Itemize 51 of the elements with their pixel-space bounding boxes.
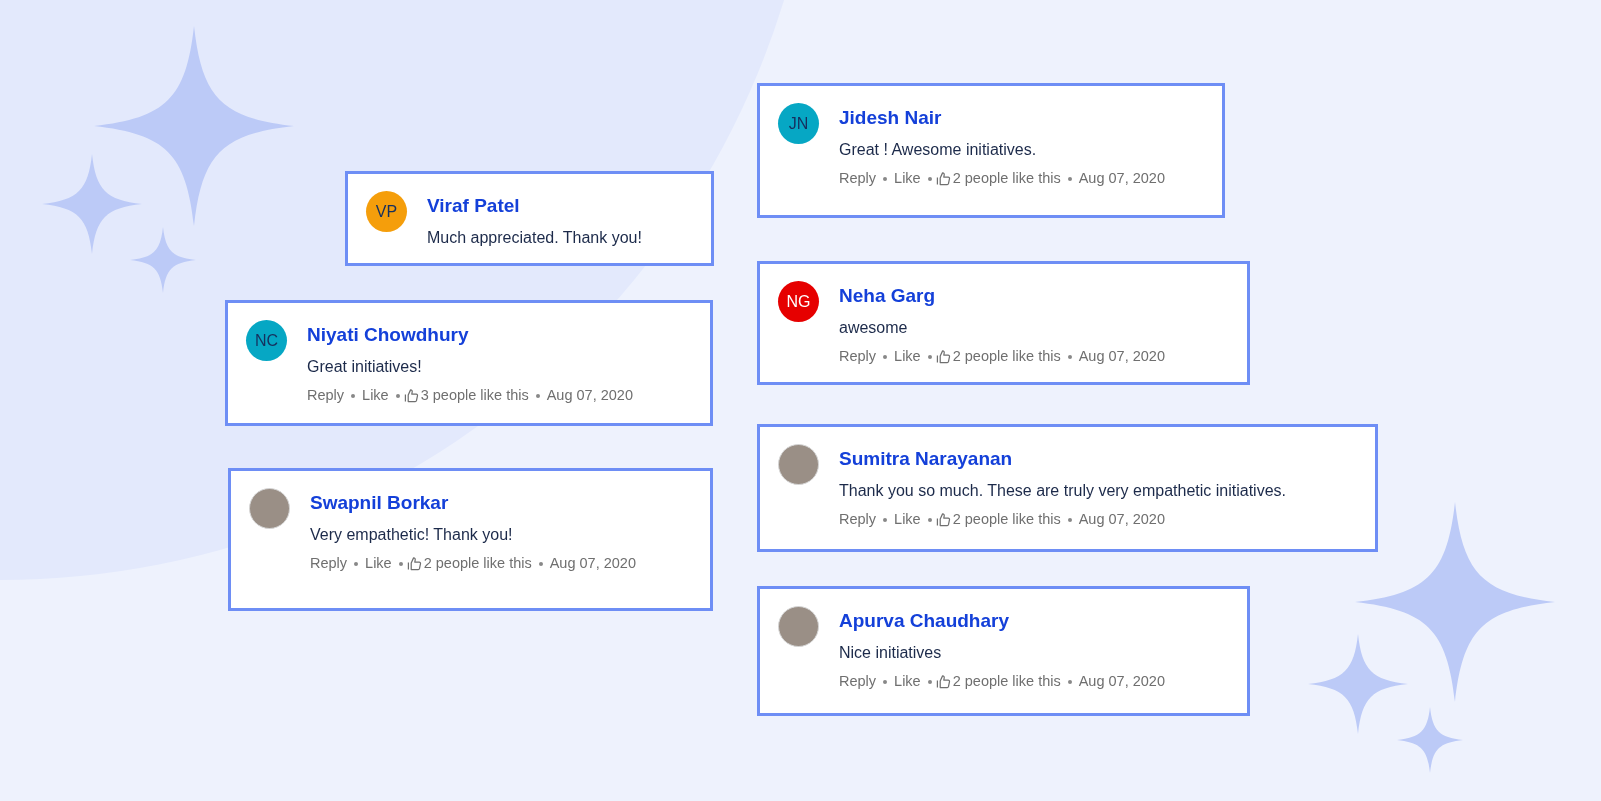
avatar: JN — [778, 103, 819, 144]
thumbs-up-icon — [403, 388, 419, 404]
thumbs-up-icon — [935, 349, 951, 365]
thumbs-up-icon — [935, 171, 951, 187]
like-link[interactable]: Like — [894, 346, 921, 368]
comment-date: Aug 07, 2020 — [546, 386, 633, 405]
thumbs-up-icon — [935, 674, 951, 690]
author-name-link[interactable]: Viraf Patel — [427, 194, 520, 218]
like-link[interactable]: Like — [894, 168, 921, 190]
like-link[interactable]: Like — [894, 509, 921, 531]
author-name-link[interactable]: Swapnil Borkar — [310, 491, 449, 515]
comment-text: Great ! Awesome initiatives. — [839, 140, 1037, 160]
like-count: 3 people like this — [420, 386, 529, 405]
reply-link[interactable]: Reply — [839, 509, 877, 531]
author-name-link[interactable]: Sumitra Narayanan — [839, 447, 1013, 471]
avatar-photo-placeholder — [778, 606, 819, 647]
author-name-link[interactable]: Apurva Chaudhary — [839, 609, 1009, 633]
reply-link[interactable]: Reply — [839, 346, 877, 368]
comment-date: Aug 07, 2020 — [1078, 672, 1165, 691]
author-name-link[interactable]: Neha Garg — [839, 284, 936, 308]
reply-link[interactable]: Reply — [310, 553, 348, 575]
avatar: NC — [246, 320, 287, 361]
reply-link[interactable]: Reply — [307, 385, 345, 407]
comment-date: Aug 07, 2020 — [1078, 510, 1165, 529]
like-count: 2 people like this — [952, 169, 1061, 188]
comment-date: Aug 07, 2020 — [1078, 347, 1165, 366]
like-link[interactable]: Like — [362, 385, 389, 407]
avatar: VP — [366, 191, 407, 232]
avatar: NG — [778, 281, 819, 322]
comment-date: Aug 07, 2020 — [1078, 169, 1165, 188]
author-name-link[interactable]: Jidesh Nair — [839, 106, 942, 130]
like-link[interactable]: Like — [365, 553, 392, 575]
comment-text: Great initiatives! — [307, 357, 422, 377]
avatar-photo-placeholder — [249, 488, 290, 529]
comment-text: Much appreciated. Thank you! — [427, 228, 642, 248]
like-count: 2 people like this — [423, 554, 532, 573]
comment-date: Aug 07, 2020 — [549, 554, 636, 573]
like-count: 2 people like this — [952, 510, 1061, 529]
comment-text: awesome — [839, 318, 908, 338]
thumbs-up-icon — [935, 512, 951, 528]
thumbs-up-icon — [406, 556, 422, 572]
reply-link[interactable]: Reply — [839, 168, 877, 190]
like-count: 2 people like this — [952, 347, 1061, 366]
like-count: 2 people like this — [952, 672, 1061, 691]
comment-text: Very empathetic! Thank you! — [310, 525, 513, 545]
author-name-link[interactable]: Niyati Chowdhury — [307, 323, 469, 347]
comment-text: Nice initiatives — [839, 643, 942, 663]
reply-link[interactable]: Reply — [839, 671, 877, 693]
avatar-photo-placeholder — [778, 444, 819, 485]
like-link[interactable]: Like — [894, 671, 921, 693]
comment-text: Thank you so much. These are truly very empathetic initiatives. — [839, 481, 1286, 501]
